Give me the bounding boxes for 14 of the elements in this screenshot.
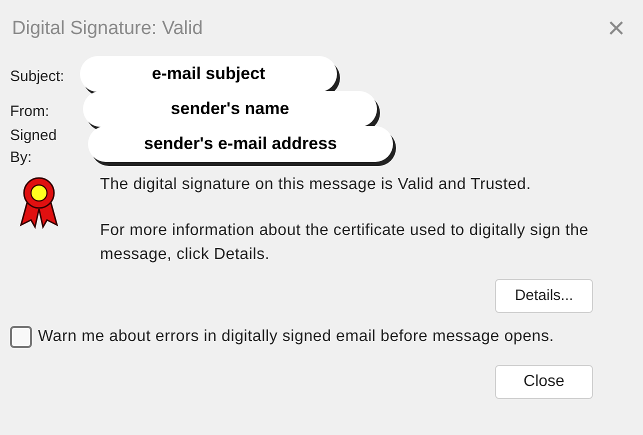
field-label: Subject: (9, 66, 66, 87)
ribbon-icon (19, 175, 59, 229)
window-title: Digital Signature: Valid (12, 16, 203, 41)
field-value: sender's e-mail address (88, 126, 393, 162)
close-button[interactable]: Close (495, 365, 593, 399)
field-label: Signed By: (9, 126, 58, 168)
message-text: The digital signature on this message is Valid and Trusted. (100, 175, 532, 195)
field-value: e-mail subject (80, 56, 337, 92)
message-text: For more information about the certificate used to digitally sign the message, click Details. (100, 221, 590, 265)
field-value: sender's name (83, 91, 377, 127)
field-label: From: (9, 102, 50, 122)
details-button[interactable]: Details... (495, 279, 593, 313)
checkbox[interactable] (10, 326, 32, 348)
checkbox-label: Warn me about errors in digitally signed email before message opens. (38, 327, 554, 347)
